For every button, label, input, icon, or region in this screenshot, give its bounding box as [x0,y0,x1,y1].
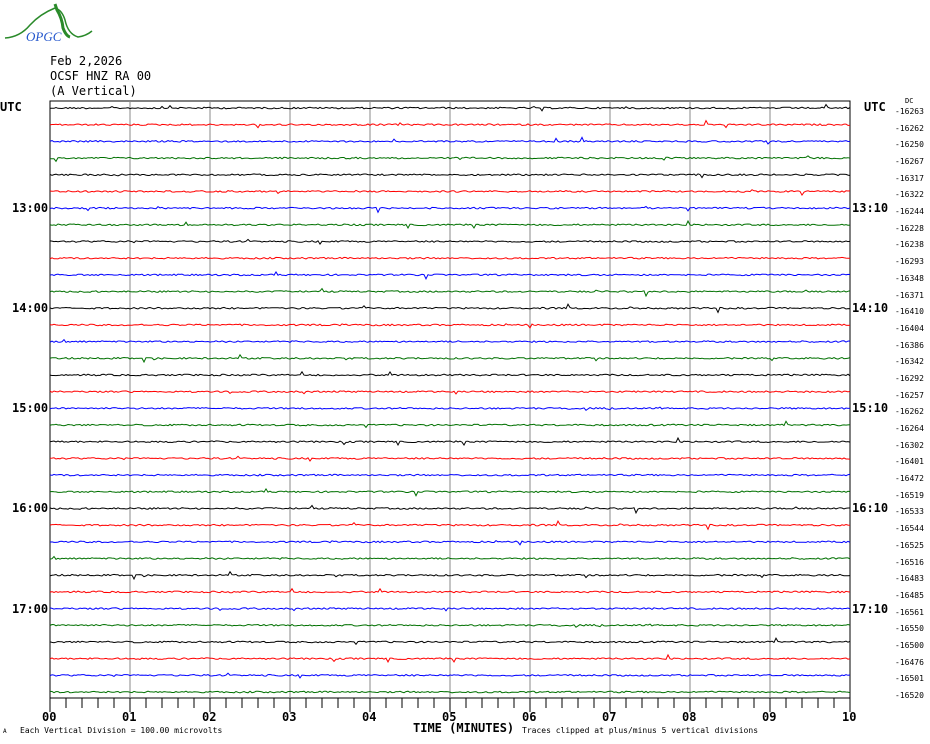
left-hour-label: 13:00 [12,201,49,216]
dc-offset-label: -16500 [895,640,924,650]
dc-offset-label: -16267 [895,157,924,167]
dc-offset-label: -16533 [895,507,924,517]
right-hour-label: 15:10 [852,401,889,416]
dc-offset-label: -16501 [895,674,924,684]
right-hour-label: 17:10 [852,601,889,616]
dc-offset-label: -16410 [895,307,924,317]
dc-offset-label: -16244 [895,207,924,217]
right-hour-label: 13:10 [852,201,889,216]
dc-offset-label: -16322 [895,190,924,200]
x-tick-label: 10 [842,710,857,724]
dc-offset-label: -16348 [895,273,924,283]
dc-offset-label: -16238 [895,240,924,250]
x-tick-label: 07 [602,710,617,724]
dc-offset-label: -16262 [895,123,924,133]
dc-offset-label: -16342 [895,357,924,367]
dc-offset-label: -16250 [895,140,924,150]
x-axis-title: TIME (MINUTES) [413,721,515,735]
x-tick-label: 06 [522,710,537,724]
dc-offset-label: -16516 [895,557,924,567]
right-hour-label: 14:10 [852,301,889,316]
helicorder-plot [49,100,851,712]
scale-note: Each Vertical Division = 100.00 microvol… [20,726,223,735]
dc-offset-label: -16550 [895,624,924,634]
left-hour-label: 15:00 [12,401,49,416]
dc-offset-label: -16264 [895,424,924,434]
right-hour-label: 16:10 [852,501,889,516]
dc-offset-label: -16263 [895,107,924,116]
dc-offset-label: -16386 [895,340,924,350]
left-hour-label: 17:00 [12,601,49,616]
x-tick-label: 03 [282,710,297,724]
dc-offset-label: -16544 [895,524,924,534]
dc-offset-label: -16525 [895,540,924,550]
dc-offset-label: -16472 [895,474,924,484]
dc-offset-label: -16520 [895,691,924,700]
dc-offset-label: -16371 [895,290,924,300]
x-tick-label: 09 [762,710,777,724]
x-tick-label: 08 [682,710,697,724]
dc-offset-label: -16476 [895,657,924,667]
dc-offset-label: -16561 [895,607,924,617]
dc-offset-label: -16404 [895,323,924,333]
dc-offset-label: -16257 [895,390,924,400]
x-tick-label: 00 [42,710,57,724]
dc-offset-label: -16485 [895,590,924,600]
dc-offset-label: -16302 [895,440,924,450]
dc-offset-label: -16483 [895,574,924,584]
dc-offset-label: -16262 [895,407,924,417]
clip-note: Traces clipped at plus/minus 5 vertical … [522,726,759,735]
dc-offset-label: -16401 [895,457,924,467]
dc-offset-label: -16519 [895,490,924,500]
x-tick-label: 01 [122,710,137,724]
corner-mark: A [3,728,7,735]
dc-offset-label: -16293 [895,257,924,267]
dc-offset-label: -16292 [895,373,924,383]
dc-offset-label: -16317 [895,173,924,183]
x-tick-label: 04 [362,710,377,724]
x-tick-label: 02 [202,710,217,724]
dc-offset-label: -16228 [895,223,924,233]
left-hour-label: 14:00 [12,301,49,316]
left-hour-label: 16:00 [12,501,49,516]
